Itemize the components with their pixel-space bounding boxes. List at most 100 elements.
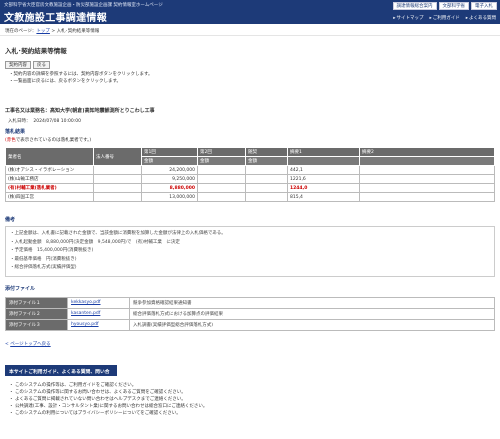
attachments-heading: 添付ファイル (5, 285, 36, 292)
main-content: 入札･契約結果等情報 契約内容 戻る 契約内容の詳細を参照するには、契約内容ボタ… (0, 45, 500, 417)
faq-list: このシステムの操作等は、ご利用ガイドをご確認ください。 このシステムの操作等に関… (5, 382, 495, 417)
round2-amount (197, 174, 246, 184)
remarks-line: ・上記金額は、入札書に記載された金額で、当該金額に消費税を加算した金額が法律上の… (10, 231, 226, 236)
action-buttons: 契約内容 戻る (5, 61, 495, 69)
header-subtitle: 文部科学省大臣官房文教施設企画・防災部施設企画課 契約情報室ホームページ (4, 3, 163, 8)
round1-amount: 9,250,000 (141, 174, 198, 184)
arrow-right-icon: ▸ (429, 16, 432, 21)
vendor-name: (株)山輸工務店 (5, 174, 94, 184)
faq-item[interactable]: このシステムの操作等に関するお問い合わせは、よくあるご質問をご確認ください。 (9, 389, 495, 396)
table-row: (株)四国工営 13,000,000 815,4 (5, 192, 495, 202)
results-header-row: 業者名 法人番号 第1回 第2回 随契 摘要1 摘要2 (5, 147, 495, 166)
vendor-name: (株)オアシス・イラボレーション (5, 165, 94, 175)
project-name: 工事名又は業務名：高知大学(朝倉)高知地震観測所とりこわし工事 (5, 108, 155, 114)
round2-amount (197, 192, 246, 202)
results-heading: 落札結果 (5, 129, 26, 135)
remarks-heading: 備考 (5, 217, 16, 223)
faq-item[interactable]: このシステムの利用についてはプライバシーポリシーについてをご確認ください。 (9, 410, 495, 417)
e-bidding-button[interactable]: 電子入札 (471, 2, 497, 10)
arrow-right-icon: ▸ (465, 16, 468, 21)
round1-amount: 8,880,000 (141, 183, 198, 193)
attachment-label: 添付ファイル２ (5, 307, 68, 320)
attachment-cell: hyousyo.pdf (67, 318, 130, 331)
zuikei-amount (245, 165, 288, 175)
remarks-line: ・入札起動金額 8,880,000円(決定金額 9,548,000円)で (有)… (10, 239, 180, 245)
usage-guide-link[interactable]: ▸ご利用ガイド (429, 15, 459, 21)
sitemap-link-label: サイトマップ (396, 16, 424, 21)
mext-button[interactable]: 文部科学省 (438, 2, 469, 10)
col-round2-amount: 金額 (197, 156, 246, 166)
results-table: 業者名 法人番号 第1回 第2回 随契 摘要1 摘要2 金額 金額 金額 (株)… (5, 147, 495, 202)
col-corp-number: 法人番号 (93, 147, 142, 166)
bid-date: 入札日時： 2024/07/08 10:00:00 (5, 118, 495, 124)
col-vendor: 業者名 (5, 147, 94, 166)
results-note-red: (赤色 (5, 138, 16, 143)
col-round1: 第1回 (141, 147, 198, 157)
faq-bar: 本サイトご利用ガイド、よくある質問、問い合わせ先 (5, 364, 117, 382)
breadcrumb-separator: > (49, 29, 57, 34)
col-round2: 第2回 (197, 147, 246, 157)
attachment-row: 添付ファイル２ kasanten.pdf 総合評価落札方式における加算点の評価結… (5, 307, 495, 320)
attachment-link[interactable]: kasanten.pdf (71, 311, 100, 316)
col-round1-amount: 金額 (141, 156, 198, 166)
remarks-line: ・総合評価落札方式(実績評価型) (10, 265, 77, 270)
round2-amount (197, 183, 246, 193)
tekiyo1-value: 442,1 (287, 165, 360, 175)
usage-guide-link-label: ご利用ガイド (432, 16, 460, 21)
instruction-item: 契約内容の詳細を参照するには、契約内容ボタンをクリックします。 (9, 71, 495, 78)
attachment-link[interactable]: hyousyo.pdf (71, 322, 99, 327)
zuikei-amount (245, 183, 288, 193)
instructions-list: 契約内容の詳細を参照するには、契約内容ボタンをクリックします。 一覧画面に戻るに… (5, 71, 495, 85)
faq-item[interactable]: 公共調達(工事、設計・コンサルタント業)に関するお問い合わせは総合窓口にご連絡く… (9, 403, 495, 410)
back-button[interactable]: 戻る (33, 61, 50, 69)
col-tekiyo1-blank (287, 156, 360, 166)
col-zuikei: 随契 (245, 147, 288, 157)
vendor-name: (有)村輔工業(落札業者) (5, 183, 94, 193)
round1-amount: 13,000,000 (141, 192, 198, 202)
breadcrumb-current: 入札･契約結果等情報 (56, 29, 100, 34)
header-links: ▸サイトマップ ▸ご利用ガイド ▸よくある質問 (393, 15, 496, 21)
page-title: 入札･契約結果等情報 (5, 47, 67, 55)
corp-number (93, 174, 142, 184)
header-top-buttons: 調達情報総合案内 文部科学省 電子入札 (392, 2, 497, 10)
page-top-link[interactable]: ページトップへ戻る (10, 342, 50, 347)
remarks-box: ・上記金額は、入札書に記載された金額で、当該金額に消費税を加算した金額が法律上の… (5, 226, 495, 277)
attachment-row: 添付ファイル１ kekkasyo.pdf 競争参加資格確認結果通知書 (5, 296, 495, 309)
contract-details-button[interactable]: 契約内容 (5, 61, 31, 69)
results-note: (赤色で表示されているのは落札業者です。) (5, 137, 495, 143)
round2-amount (197, 165, 246, 175)
corp-number (93, 192, 142, 202)
attachment-description: 総合評価落札方式における加算点の評価結果 (129, 307, 495, 320)
attachment-label: 添付ファイル３ (5, 318, 68, 331)
vendor-name: (株)四国工営 (5, 192, 94, 202)
attachment-cell: kasanten.pdf (67, 307, 130, 320)
attachment-description: 競争参加資格確認結果通知書 (129, 296, 495, 309)
faq-link[interactable]: ▸よくある質問 (466, 15, 496, 21)
breadcrumb: 現在のページ：トップ > 入札･契約結果等情報 (0, 24, 500, 36)
sitemap-link[interactable]: ▸サイトマップ (393, 15, 423, 21)
instruction-item: 一覧画面に戻るには、戻るボタンをクリックします。 (9, 78, 495, 85)
results-note-rest: で表示されているのは落札業者です。) (15, 138, 92, 143)
zuikei-amount (245, 174, 288, 184)
breadcrumb-top-link[interactable]: トップ (36, 29, 50, 34)
zuikei-amount (245, 192, 288, 202)
corp-number (93, 165, 142, 175)
faq-link-label: よくある質問 (469, 16, 496, 21)
site-title[interactable]: 文教施設工事調達情報 (4, 9, 107, 24)
tekiyo1-value: 1244,0 (287, 183, 360, 193)
tekiyo2-value (359, 165, 495, 175)
remarks-line: ・最低基準価格 円(消費税抜き) (10, 256, 77, 262)
faq-item[interactable]: よくあるご質問に掲載されていない問い合わせはヘルプデスクまでご連絡ください。 (9, 396, 495, 403)
chevron-left-icon: < (5, 341, 9, 347)
col-tekiyo2-blank (359, 156, 495, 166)
remarks-line: ・予定価格 15,400,000円(消費税抜き) (10, 248, 94, 253)
corp-number (93, 183, 142, 193)
tekiyo2-value (359, 174, 495, 184)
breadcrumb-prefix: 現在のページ： (5, 29, 37, 34)
attachment-link[interactable]: kekkasyo.pdf (71, 300, 101, 305)
faq-item[interactable]: このシステムの操作等は、ご利用ガイドをご確認ください。 (9, 382, 495, 389)
procurement-guide-button[interactable]: 調達情報総合案内 (392, 2, 437, 10)
attachment-row: 添付ファイル３ hyousyo.pdf 入札調書(実績評価型総合評価落札方式) (5, 318, 495, 331)
site-header: 文部科学省大臣官房文教施設企画・防災部施設企画課 契約情報室ホームページ 文教施… (0, 0, 500, 24)
round1-amount: 24,200,000 (141, 165, 198, 175)
